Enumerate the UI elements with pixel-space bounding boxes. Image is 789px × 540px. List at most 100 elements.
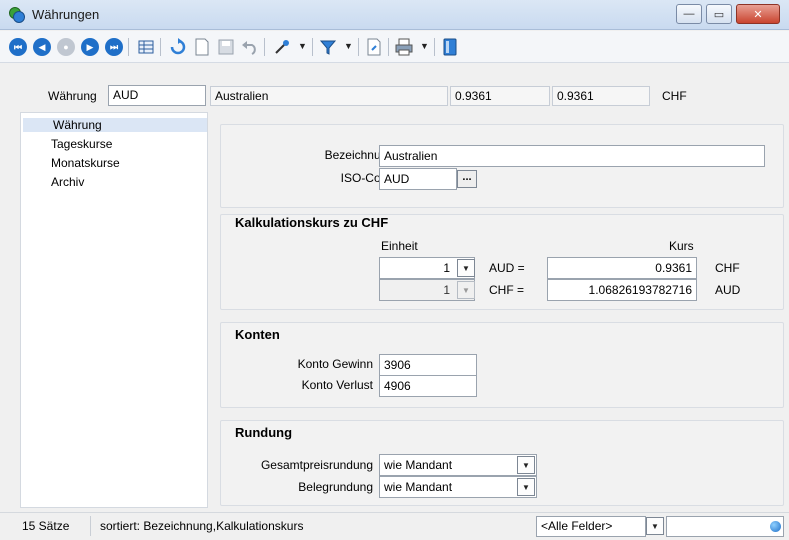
status-bar: 15 Sätze sortiert: Bezeichnung,Kalkulati…	[0, 512, 789, 540]
rate-target-aud: AUD	[715, 283, 741, 297]
chevron-down-icon: ▼	[522, 460, 530, 470]
sort-info: sortiert: Bezeichnung,Kalkulationskurs	[100, 519, 304, 533]
document-rounding-label: Belegrundung	[298, 480, 373, 494]
record-header: Währung AUD Australien 0.9361 0.9361 CHF	[0, 85, 789, 112]
minimize-button[interactable]: —	[676, 4, 702, 24]
refresh-record-button[interactable]: ●	[56, 37, 76, 57]
currency-window: Währungen — ▭ ✕ ⏮ ◀ ● ▶ ⏭ ▼ ▼ ▼ Währung …	[0, 0, 789, 540]
gain-account-label: Konto Gewinn	[297, 357, 373, 371]
toolbar-separator	[160, 38, 161, 56]
print-button[interactable]	[394, 37, 414, 57]
rate-target-chf: CHF	[715, 261, 740, 275]
title-bar[interactable]: Währungen — ▭ ✕	[0, 0, 789, 30]
field-selector[interactable]: <Alle Felder>	[536, 516, 646, 537]
next-record-icon: ▶	[81, 38, 99, 56]
filter-dropdown-arrow[interactable]: ▼	[344, 41, 353, 51]
search-input[interactable]	[666, 516, 784, 537]
loss-account-field[interactable]: 4906	[379, 375, 477, 397]
search-globe-icon[interactable]	[770, 521, 781, 532]
field-selector-dropdown[interactable]: ▼	[646, 517, 664, 535]
rate-field-chf[interactable]: 1.06826193782716	[547, 279, 697, 301]
name-field[interactable]: Australien	[379, 145, 765, 167]
new-button[interactable]	[192, 37, 212, 57]
chf-equals-label: CHF =	[489, 283, 525, 297]
export-document-icon	[367, 38, 381, 56]
chevron-down-icon: ▼	[462, 263, 470, 273]
loss-account-label: Konto Verlust	[301, 378, 373, 392]
sidebar-item-tageskurse[interactable]: Tageskurse	[51, 137, 112, 151]
maximize-button[interactable]: ▭	[706, 4, 732, 24]
export-button[interactable]	[364, 37, 384, 57]
last-record-button[interactable]: ⏭	[104, 37, 124, 57]
total-rounding-select[interactable]: wie Mandant	[379, 454, 537, 476]
close-button[interactable]: ✕	[736, 4, 780, 24]
reload-icon	[170, 38, 186, 55]
rate-field-2: 0.9361	[552, 86, 650, 106]
table-icon	[138, 40, 154, 54]
currency-label: Währung	[48, 89, 97, 103]
toolbar: ⏮ ◀ ● ▶ ⏭ ▼ ▼ ▼	[0, 31, 789, 63]
record-icon: ●	[57, 38, 75, 56]
previous-record-button[interactable]: ◀	[32, 37, 52, 57]
edit-dropdown-arrow[interactable]: ▼	[298, 41, 307, 51]
accounts-panel: Konten Konto Gewinn 3906 Konto Verlust 4…	[220, 322, 784, 408]
unit-dropdown-aud[interactable]: ▼	[457, 259, 475, 277]
previous-record-icon: ◀	[33, 38, 51, 56]
record-count: 15 Sätze	[22, 519, 70, 533]
gain-account-field[interactable]: 3906	[379, 354, 477, 376]
undo-button[interactable]	[240, 37, 260, 57]
sidebar-item-archiv[interactable]: Archiv	[51, 175, 84, 189]
general-panel: Bezeichnung Australien ISO-Code AUD ...	[220, 124, 784, 208]
print-icon	[395, 38, 413, 56]
print-dropdown-arrow[interactable]: ▼	[420, 41, 429, 51]
save-button[interactable]	[216, 37, 236, 57]
country-field: Australien	[210, 86, 448, 106]
chevron-down-icon: ▼	[462, 285, 470, 295]
toolbar-separator	[358, 38, 359, 56]
filter-button[interactable]	[318, 37, 338, 57]
iso-code-picker-button[interactable]: ...	[457, 170, 477, 188]
unit-column-header: Einheit	[381, 239, 418, 253]
book-icon	[443, 38, 457, 56]
total-rounding-dropdown[interactable]: ▼	[517, 456, 535, 474]
currency-app-icon	[8, 6, 26, 24]
rate-field-1: 0.9361	[450, 86, 550, 106]
save-icon	[218, 39, 234, 55]
base-currency-label: CHF	[662, 89, 687, 103]
pick-icon	[275, 40, 289, 54]
toolbar-separator	[264, 38, 265, 56]
first-record-icon: ⏮	[9, 38, 27, 56]
toolbar-separator	[434, 38, 435, 56]
toolbar-separator	[388, 38, 389, 56]
aud-equals-label: AUD =	[489, 261, 525, 275]
calculation-rate-title: Kalkulationskurs zu CHF	[235, 215, 389, 230]
undo-icon	[242, 41, 256, 55]
rate-column-header: Kurs	[669, 239, 694, 253]
document-rounding-dropdown[interactable]: ▼	[517, 478, 535, 496]
table-view-button[interactable]	[136, 37, 156, 57]
accounts-title: Konten	[235, 327, 280, 342]
edit-button[interactable]	[272, 37, 292, 57]
sidebar-item-waehrung[interactable]: Währung	[23, 118, 207, 132]
window-title: Währungen	[32, 7, 100, 22]
unit-dropdown-chf[interactable]: ▼	[457, 281, 475, 299]
rounding-panel: Rundung Gesamtpreisrundung wie Mandant ▼…	[220, 420, 784, 506]
calculation-rate-panel: Kalkulationskurs zu CHF Einheit Kurs 1 ▼…	[220, 214, 784, 310]
iso-code-field[interactable]: AUD	[379, 168, 457, 190]
chevron-down-icon: ▼	[651, 521, 659, 531]
sidebar-item-monatskurse[interactable]: Monatskurse	[51, 156, 120, 170]
book-button[interactable]	[440, 37, 460, 57]
currency-code-field[interactable]: AUD	[108, 85, 206, 106]
first-record-button[interactable]: ⏮	[8, 37, 28, 57]
last-record-icon: ⏭	[105, 38, 123, 56]
filter-icon	[319, 40, 337, 55]
rate-field-aud[interactable]: 0.9361	[547, 257, 697, 279]
toolbar-separator	[312, 38, 313, 56]
reload-button[interactable]	[168, 37, 188, 57]
rounding-title: Rundung	[235, 425, 293, 440]
new-document-icon	[195, 38, 209, 56]
next-record-button[interactable]: ▶	[80, 37, 100, 57]
chevron-down-icon: ▼	[522, 482, 530, 492]
toolbar-separator	[128, 38, 129, 56]
document-rounding-select[interactable]: wie Mandant	[379, 476, 537, 498]
